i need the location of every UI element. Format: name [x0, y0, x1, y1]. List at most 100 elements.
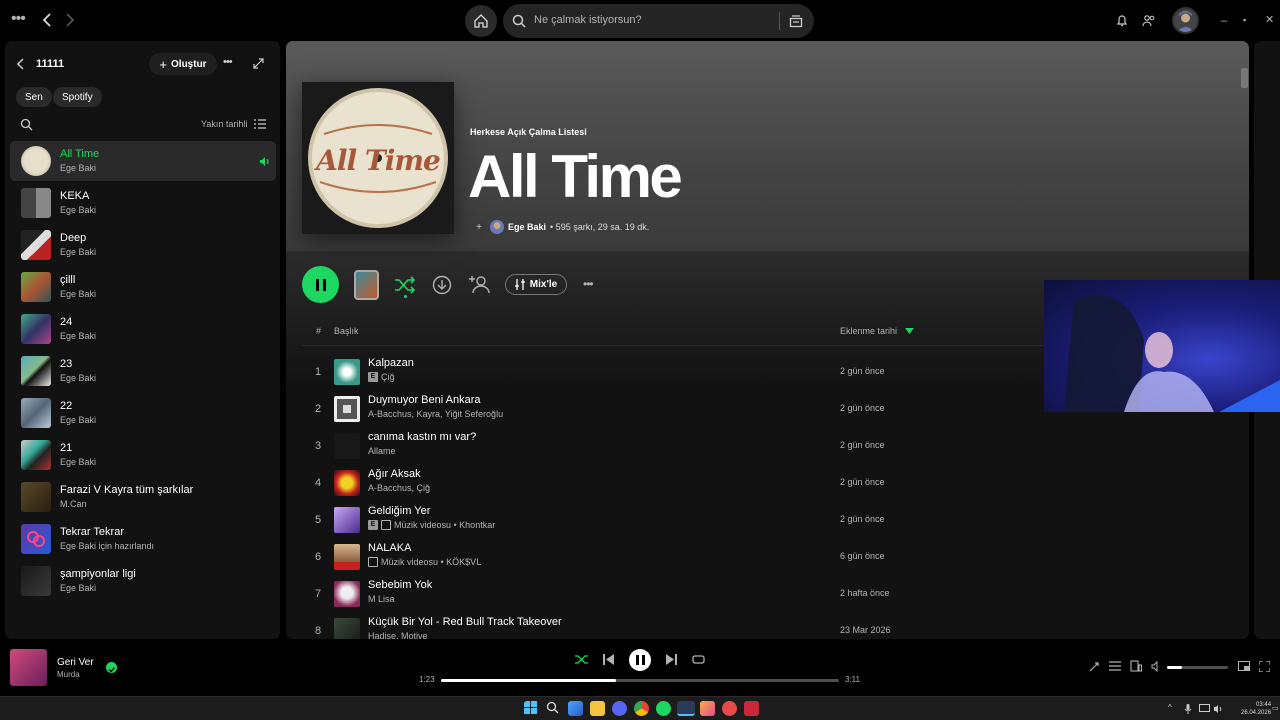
user-avatar[interactable]	[1172, 7, 1199, 34]
track-title[interactable]: Kalpazan	[368, 357, 414, 369]
home-button[interactable]	[465, 5, 497, 37]
maximize-window-icon[interactable]: ▪	[1243, 13, 1246, 27]
play-pause-button[interactable]	[629, 649, 651, 671]
playlist-owner-link[interactable]: Ege Baki	[508, 222, 546, 232]
windows-start-icon[interactable]	[524, 701, 539, 716]
now-playing-artist[interactable]: Murda	[57, 670, 80, 679]
library-item-tekrar-tekrar[interactable]: Tekrar Tekrar Ege Baki için hazırlandı	[10, 519, 276, 559]
more-options-icon[interactable]: •••	[583, 277, 594, 291]
app-icon[interactable]	[744, 701, 759, 716]
system-clock[interactable]: 03:44 26.04.2026	[1241, 701, 1271, 717]
library-item-21[interactable]: 21 Ege Baki	[10, 435, 276, 475]
sort-descending-icon[interactable]	[905, 328, 914, 334]
library-item-22[interactable]: 22 Ege Baki	[10, 393, 276, 433]
library-item-keka[interactable]: KEKA Ege Baki	[10, 183, 276, 223]
volume-slider[interactable]	[1167, 666, 1228, 669]
track-row[interactable]: 5 Geldiğim Yer E Müzik videosu • Khontkar…	[302, 502, 1232, 538]
repeat-icon[interactable]	[692, 654, 705, 665]
track-artists[interactable]: A-Bacchus, Kayra, Yiğit Seferoğlu	[368, 409, 503, 419]
search-bar[interactable]: Ne çalmak istiyorsun?	[503, 4, 814, 38]
sort-recents-label[interactable]: Yakın tarihli	[201, 119, 247, 129]
speaker-icon[interactable]	[1213, 704, 1223, 714]
library-more-icon[interactable]: •••	[223, 56, 233, 68]
mix-button[interactable]: Mix'le	[505, 274, 567, 295]
notification-center-icon[interactable]: ▭	[1272, 704, 1279, 712]
library-item-24[interactable]: 24 Ege Baki	[10, 309, 276, 349]
file-explorer-icon[interactable]	[590, 701, 605, 716]
library-item-sampiyonlar-ligi[interactable]: şampiyonlar ligi Ege Baki	[10, 561, 276, 601]
notifications-bell-icon[interactable]	[1116, 14, 1128, 27]
library-item-all-time[interactable]: All Time Ege Baki	[10, 141, 276, 181]
connect-device-icon[interactable]	[1130, 660, 1142, 672]
more-menu-icon[interactable]: •••	[11, 11, 26, 27]
track-artists[interactable]: Müzik videosu • KÖK$VL	[381, 557, 481, 567]
column-header-title[interactable]: Başlık	[334, 326, 359, 336]
spotify-taskbar-icon[interactable]	[656, 701, 671, 716]
download-icon[interactable]	[432, 275, 452, 295]
track-row[interactable]: 8 Küçük Bir Yol - Red Bull Track Takeove…	[302, 613, 1232, 639]
task-view-icon[interactable]	[568, 701, 583, 716]
track-row[interactable]: 6 NALAKA Müzik videosu • KÖK$VL 6 gün ön…	[302, 539, 1232, 575]
friend-activity-icon[interactable]	[1142, 14, 1156, 27]
invite-collaborator-icon[interactable]	[468, 274, 490, 294]
back-arrow-icon[interactable]	[41, 13, 53, 27]
chrome-icon[interactable]	[634, 701, 649, 716]
now-playing-cover[interactable]	[10, 649, 47, 686]
filter-chip-sen[interactable]: Sen	[16, 87, 52, 107]
track-title[interactable]: Ağır Aksak	[368, 468, 421, 480]
playback-progress-bar[interactable]	[441, 679, 839, 682]
track-artists[interactable]: A-Bacchus, Çiğ	[368, 483, 430, 493]
track-row[interactable]: 4 Ağır Aksak A-Bacchus, Çiğ 2 gün önce	[302, 465, 1232, 501]
filter-chip-spotify[interactable]: Spotify	[53, 87, 102, 107]
track-title[interactable]: Geldiğim Yer	[368, 505, 430, 517]
queue-icon[interactable]	[1109, 661, 1121, 672]
forward-arrow-icon[interactable]	[64, 13, 76, 27]
fullscreen-icon[interactable]	[1259, 661, 1270, 672]
saved-check-icon[interactable]	[106, 662, 117, 673]
network-icon[interactable]	[1199, 704, 1210, 714]
track-title[interactable]: NALAKA	[368, 542, 411, 554]
player-shuffle-icon[interactable]	[575, 653, 589, 665]
app-icon[interactable]	[700, 701, 715, 716]
track-artists[interactable]: Müzik videosu • Khontkar	[394, 520, 495, 530]
pause-playlist-button[interactable]	[302, 266, 339, 303]
library-item-23[interactable]: 23 Ege Baki	[10, 351, 276, 391]
search-input[interactable]: Ne çalmak istiyorsun?	[534, 14, 642, 26]
app-icon[interactable]	[722, 701, 737, 716]
taskbar-search-icon[interactable]	[546, 701, 561, 716]
library-search-icon[interactable]	[20, 118, 33, 131]
discord-icon[interactable]	[612, 701, 627, 716]
collapse-library-icon[interactable]	[16, 58, 25, 70]
tray-overflow-icon[interactable]: ^	[1168, 703, 1172, 712]
track-title[interactable]: Küçük Bir Yol - Red Bull Track Takeover	[368, 616, 562, 628]
now-playing-view-icon[interactable]	[1088, 661, 1100, 673]
now-playing-title[interactable]: Geri Ver	[57, 657, 94, 668]
list-view-icon[interactable]	[254, 119, 266, 129]
track-artists[interactable]: Çiğ	[381, 372, 395, 382]
volume-icon[interactable]	[1151, 661, 1162, 672]
steam-icon[interactable]	[677, 701, 695, 716]
track-artists[interactable]: Hadise, Motive	[368, 631, 428, 639]
track-artists[interactable]: Allame	[368, 446, 396, 456]
track-row[interactable]: 7 Sebebim Yok M Lisa 2 hafta önce	[302, 576, 1232, 612]
add-collaborator-icon[interactable]: +	[472, 220, 486, 234]
track-title[interactable]: Duymuyor Beni Ankara	[368, 394, 481, 406]
create-button[interactable]: + Oluştur	[149, 53, 217, 75]
library-item-deep[interactable]: Deep Ege Baki	[10, 225, 276, 265]
previous-track-icon[interactable]	[603, 654, 614, 665]
library-item-farazi-kayra[interactable]: Farazi V Kayra tüm şarkılar M.Can	[10, 477, 276, 517]
next-track-icon[interactable]	[666, 654, 677, 665]
shuffle-icon[interactable]	[394, 276, 416, 294]
close-window-icon[interactable]: ✕	[1265, 13, 1274, 27]
mini-player-icon[interactable]	[1238, 661, 1250, 672]
track-row[interactable]: 3 canıma kastın mı var? Allame 2 gün önc…	[302, 428, 1232, 464]
track-title[interactable]: Sebebim Yok	[368, 579, 432, 591]
minimize-window-icon[interactable]: –	[1221, 14, 1227, 28]
track-artists[interactable]: M Lisa	[368, 594, 395, 604]
track-title[interactable]: canıma kastın mı var?	[368, 431, 476, 443]
library-item-chill[interactable]: çilll Ege Baki	[10, 267, 276, 307]
column-header-date-added[interactable]: Eklenme tarihi	[840, 326, 897, 336]
microphone-icon[interactable]	[1184, 704, 1192, 714]
expand-library-icon[interactable]	[253, 58, 264, 69]
main-scrollbar[interactable]	[1241, 68, 1248, 88]
